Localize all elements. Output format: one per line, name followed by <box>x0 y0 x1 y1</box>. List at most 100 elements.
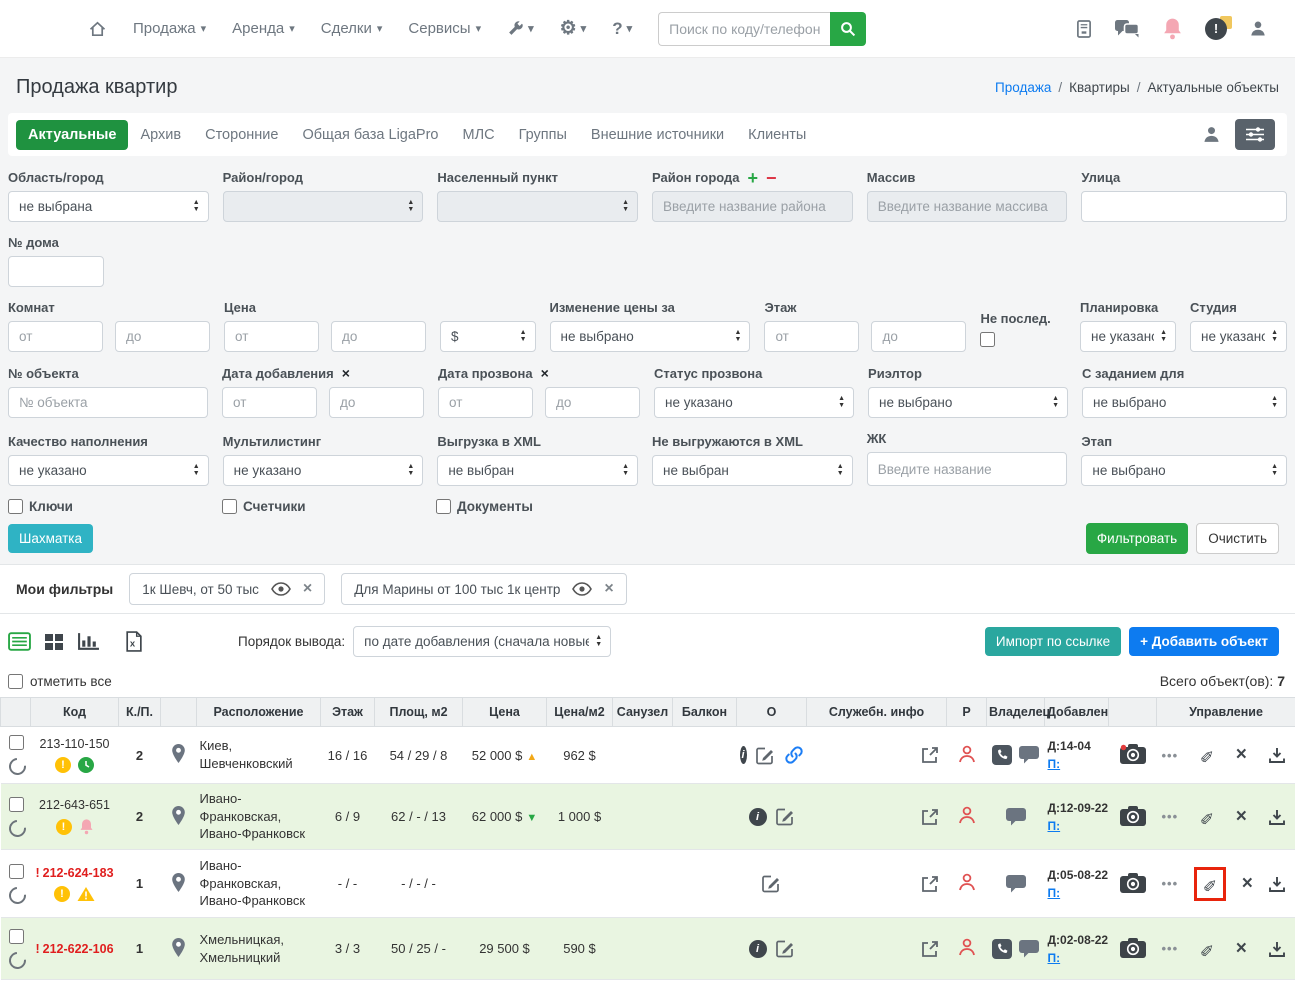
object-no-input[interactable] <box>8 387 208 418</box>
edit-icon[interactable]: ✎ <box>1200 807 1214 827</box>
more-actions-icon[interactable]: ••• <box>1162 941 1179 956</box>
menu-sales[interactable]: Продажа▾ <box>133 20 206 37</box>
tab-archive[interactable]: Архив <box>128 120 193 150</box>
price-change-select[interactable]: не выбрано <box>550 321 751 352</box>
help-menu[interactable]: ? ▾ <box>612 19 632 39</box>
tab-groups[interactable]: Группы <box>507 120 579 150</box>
map-icon[interactable] <box>170 937 187 958</box>
house-no-input[interactable] <box>8 256 104 287</box>
filter-settings-button[interactable] <box>1235 119 1275 150</box>
floor-from-input[interactable] <box>764 321 859 352</box>
date-added-to-input[interactable] <box>329 387 424 418</box>
link-icon[interactable] <box>784 745 804 765</box>
settlement-select[interactable] <box>437 191 638 222</box>
studio-select[interactable]: не указано <box>1190 321 1287 352</box>
eye-icon[interactable] <box>271 582 291 596</box>
edit-icon[interactable]: ✎ <box>1200 745 1214 765</box>
owner-person-icon[interactable] <box>958 872 976 892</box>
task-for-select[interactable]: не выбрано <box>1082 387 1287 418</box>
external-link-icon[interactable] <box>920 939 940 959</box>
clear-date-called-icon[interactable]: × <box>541 365 549 381</box>
phone-icon[interactable] <box>992 939 1012 959</box>
remove-district-icon[interactable]: − <box>766 172 777 184</box>
xml-export-select[interactable]: не выбран <box>437 455 638 486</box>
filter-button[interactable]: Фильтровать <box>1086 523 1188 554</box>
download-icon[interactable] <box>1268 940 1286 958</box>
price-to-input[interactable] <box>331 321 426 352</box>
comment-icon[interactable] <box>1006 808 1026 826</box>
user-icon[interactable] <box>1249 19 1267 38</box>
saved-filter-chip[interactable]: Для Марины от 100 тыс 1к центр × <box>341 573 627 605</box>
delete-icon[interactable]: × <box>1236 748 1247 762</box>
search-input[interactable] <box>658 12 830 46</box>
clear-date-added-icon[interactable]: × <box>342 365 350 381</box>
download-icon[interactable] <box>1268 875 1286 893</box>
menu-deals[interactable]: Сделки▾ <box>321 20 383 37</box>
info-icon[interactable]: i <box>749 808 767 826</box>
camera-icon[interactable] <box>1120 743 1146 764</box>
excel-export-icon[interactable]: x <box>125 631 142 652</box>
city-district-input[interactable] <box>652 191 853 222</box>
sort-order-select[interactable]: по дате добавления (сначала новые) <box>353 626 611 657</box>
messages-icon[interactable] <box>1114 18 1140 39</box>
import-by-link-button[interactable]: Импорт по ссылке <box>985 627 1121 656</box>
stage-select[interactable]: не выбрано <box>1081 455 1287 486</box>
added-p-link[interactable]: П: <box>1048 819 1061 833</box>
district-city-select[interactable] <box>223 191 424 222</box>
map-icon[interactable] <box>170 743 187 764</box>
rooms-to-input[interactable] <box>115 321 210 352</box>
journal-icon[interactable] <box>1076 19 1092 39</box>
multilisting-select[interactable]: не указано <box>223 455 424 486</box>
currency-select[interactable]: $ <box>440 321 536 352</box>
owner-person-icon[interactable] <box>958 744 976 764</box>
home-icon[interactable] <box>88 20 107 38</box>
xml-no-export-select[interactable]: не выбран <box>652 455 853 486</box>
not-last-checkbox[interactable] <box>980 332 995 347</box>
floor-to-input[interactable] <box>871 321 966 352</box>
menu-services[interactable]: Сервисы▾ <box>408 20 481 37</box>
notifications-bell-icon[interactable] <box>1162 17 1183 40</box>
clear-button[interactable]: Очистить <box>1196 523 1279 554</box>
breadcrumb-link-sales[interactable]: Продажа <box>995 80 1051 95</box>
owner-person-icon[interactable] <box>958 805 976 825</box>
documents-checkbox[interactable] <box>436 499 451 514</box>
user-icon[interactable] <box>1202 125 1221 144</box>
select-all-checkbox[interactable] <box>8 674 23 689</box>
remove-filter-icon[interactable]: × <box>303 580 312 598</box>
region-select[interactable]: не выбрана <box>8 191 209 222</box>
price-from-input[interactable] <box>224 321 319 352</box>
search-button[interactable] <box>830 12 866 46</box>
edit-note-icon[interactable] <box>776 807 795 826</box>
download-icon[interactable] <box>1268 746 1286 764</box>
row-checkbox[interactable] <box>9 929 24 944</box>
saved-filter-chip[interactable]: 1к Шевч, от 50 тыс × <box>129 573 325 605</box>
tab-thirdparty[interactable]: Сторонние <box>193 120 290 150</box>
complex-input[interactable] <box>867 452 1068 486</box>
info-icon[interactable]: i <box>749 940 767 958</box>
camera-icon[interactable] <box>1120 805 1146 826</box>
comment-icon[interactable] <box>1019 940 1039 958</box>
added-p-link[interactable]: П: <box>1048 757 1061 771</box>
list-view-icon[interactable] <box>8 632 31 651</box>
tab-mls[interactable]: МЛС <box>451 120 507 150</box>
comment-icon[interactable] <box>1019 746 1039 764</box>
delete-icon[interactable]: × <box>1242 877 1253 891</box>
date-added-from-input[interactable] <box>222 387 317 418</box>
counters-checkbox[interactable] <box>222 499 237 514</box>
eye-icon[interactable] <box>572 582 592 596</box>
camera-icon[interactable] <box>1120 937 1146 958</box>
chessboard-button[interactable]: Шахматка <box>8 524 93 553</box>
add-district-icon[interactable]: + <box>748 172 759 184</box>
delete-icon[interactable]: × <box>1236 810 1247 824</box>
external-link-icon[interactable] <box>920 807 940 827</box>
camera-icon[interactable] <box>1120 872 1146 893</box>
row-checkbox[interactable] <box>9 735 24 750</box>
date-called-to-input[interactable] <box>545 387 640 418</box>
owner-person-icon[interactable] <box>958 937 976 957</box>
tab-clients[interactable]: Клиенты <box>736 120 818 150</box>
remove-filter-icon[interactable]: × <box>604 580 613 598</box>
tools-menu[interactable]: ▾ <box>507 20 534 37</box>
layout-select[interactable]: не указано <box>1080 321 1176 352</box>
map-icon[interactable] <box>170 872 187 893</box>
row-checkbox[interactable] <box>9 864 24 879</box>
